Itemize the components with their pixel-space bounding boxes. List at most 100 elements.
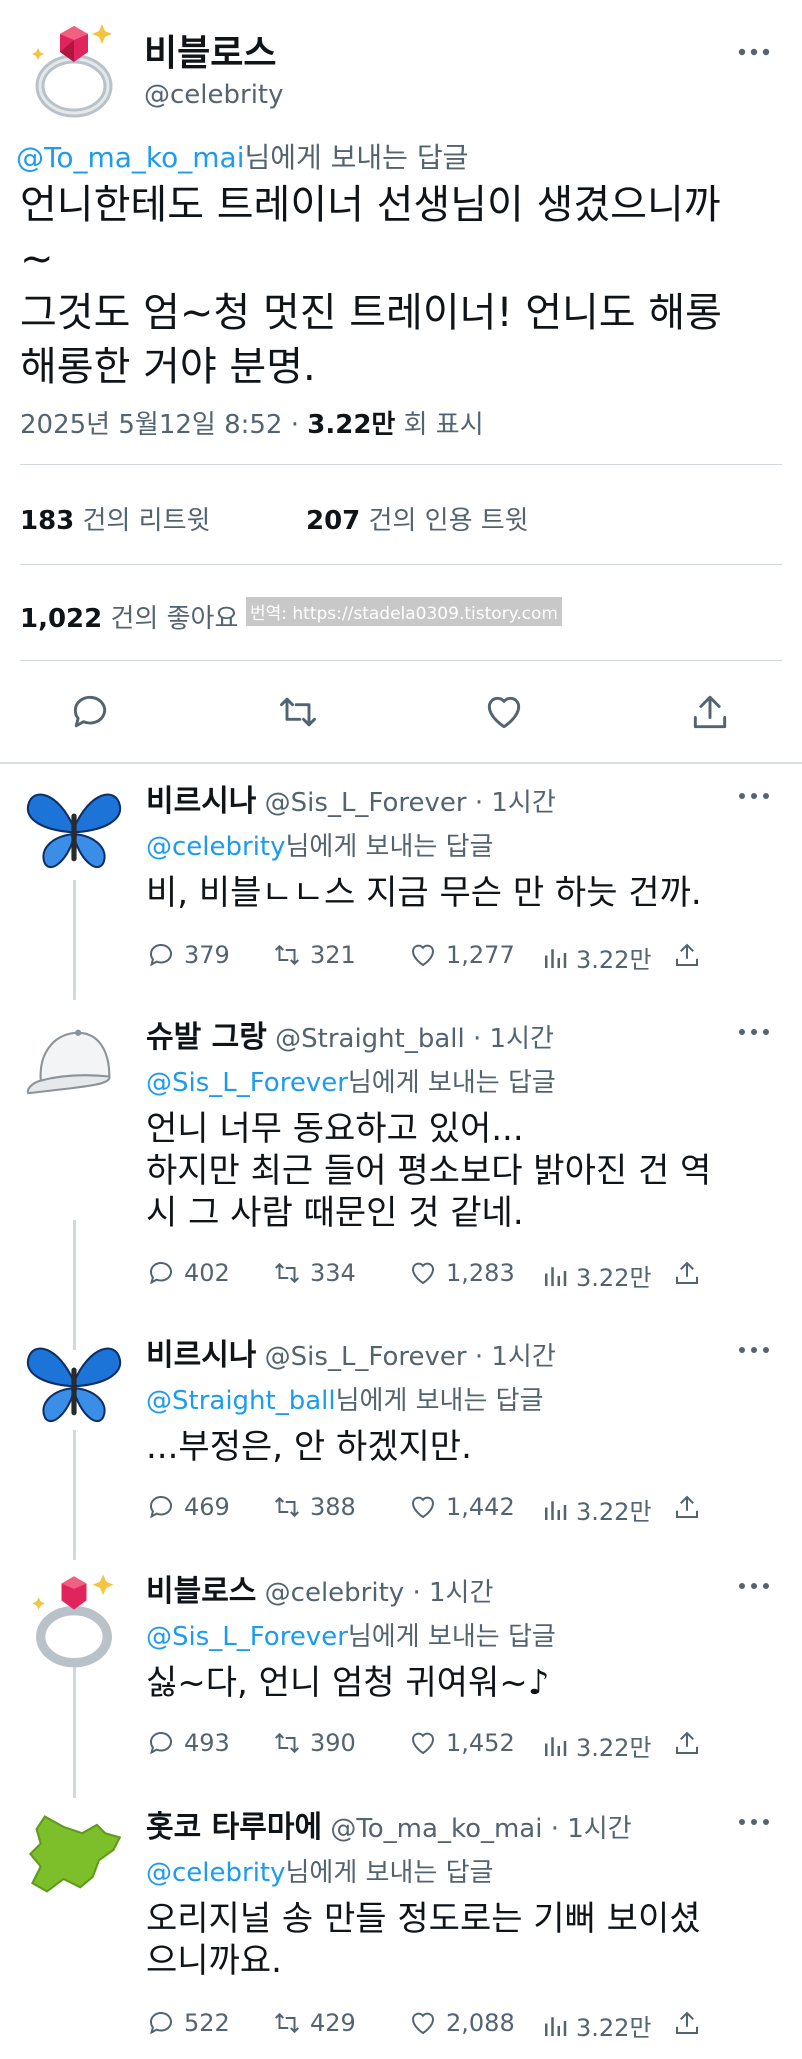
retweet-icon xyxy=(275,2012,299,2034)
cap-avatar[interactable] xyxy=(22,1012,126,1116)
retweet-icon xyxy=(275,944,299,966)
reply-handle[interactable]: @Sis_L_Forever xyxy=(265,788,467,818)
share-upload-icon[interactable] xyxy=(688,690,732,734)
reply-handle[interactable]: @To_ma_ko_mai xyxy=(330,1814,542,1844)
like-button[interactable]: 1,442 xyxy=(408,1492,515,1522)
reply-to-mention[interactable]: @To_ma_ko_mai xyxy=(16,141,244,174)
views-button[interactable]: 3.22만 xyxy=(542,1492,652,1527)
retweet-icon[interactable] xyxy=(276,690,320,734)
reply-count-button[interactable]: 493 xyxy=(146,1728,230,1758)
like-count: 1,277 xyxy=(446,941,515,969)
reply-count-button[interactable]: 469 xyxy=(146,1492,230,1522)
reply-handle[interactable]: @Straight_ball xyxy=(275,1024,465,1054)
share-button[interactable] xyxy=(672,2008,710,2038)
views-button[interactable]: 3.22만 xyxy=(542,2008,652,2043)
main-reply-context: @To_ma_ko_mai님에게 보내는 답글 xyxy=(16,136,468,176)
like-button[interactable]: 1,452 xyxy=(408,1728,515,1758)
main-display-name[interactable]: 비블로스 xyxy=(144,24,276,76)
quotes-stat[interactable]: 207 건의 인용 트윗 xyxy=(306,500,529,537)
retweet-button[interactable]: 429 xyxy=(272,2008,356,2038)
reply-to-mention[interactable]: @celebrity xyxy=(146,832,286,862)
reply-tweet[interactable]: 홋코 타루마에 @To_ma_ko_mai · 1시간 @celebrity님에… xyxy=(0,1802,802,2052)
replies-section-divider xyxy=(0,762,802,764)
reply-text: 비, 비블ㄴㄴ스 지금 무슨 만 하늣 건까. xyxy=(146,873,702,913)
retweets-stat[interactable]: 183 건의 리트윗 xyxy=(20,500,210,537)
views-count: 3.22만 xyxy=(576,946,652,974)
retweet-icon xyxy=(275,1496,299,1518)
reply-count-button[interactable]: 522 xyxy=(146,2008,230,2038)
like-count: 1,452 xyxy=(446,1729,515,1757)
reply-context: @Sis_L_Forever님에게 보내는 답글 xyxy=(146,1616,556,1653)
reply-context: @Straight_ball님에게 보내는 답글 xyxy=(146,1380,544,1417)
reply-display-name[interactable]: 비르시나 xyxy=(146,784,256,819)
share-button[interactable] xyxy=(672,1492,710,1522)
views-bar-chart-icon xyxy=(545,2016,567,2036)
reply-display-name[interactable]: 비르시나 xyxy=(146,1338,256,1373)
tweet-date[interactable]: 2025년 5월12일 8:52 xyxy=(20,410,282,440)
main-tweet-header: 비블로스 @celebrity xyxy=(0,0,802,120)
heart-icon[interactable] xyxy=(482,690,526,734)
reply-to-mention[interactable]: @Sis_L_Forever xyxy=(146,1068,348,1098)
views-count: 3.22만 xyxy=(307,410,396,440)
reply-time[interactable]: · 1시간 xyxy=(475,788,556,818)
retweet-button[interactable]: 388 xyxy=(272,1492,356,1522)
butterfly-avatar[interactable] xyxy=(22,1330,126,1434)
like-button[interactable]: 1,283 xyxy=(408,1258,515,1288)
views-label: 회 표시 xyxy=(403,410,484,440)
like-button[interactable]: 2,088 xyxy=(408,2008,515,2038)
reply-tweet[interactable]: 비르시나 @Sis_L_Forever · 1시간 @Straight_ball… xyxy=(0,1330,802,1550)
butterfly-avatar[interactable] xyxy=(22,776,126,880)
more-dots-icon[interactable] xyxy=(734,786,774,806)
share-button[interactable] xyxy=(672,1728,710,1758)
like-button[interactable]: 1,277 xyxy=(408,940,515,970)
reply-time[interactable]: · 1시간 xyxy=(412,1578,493,1608)
reply-bubble-icon[interactable] xyxy=(68,690,112,734)
reply-tweet[interactable]: 슈발 그랑 @Straight_ball · 1시간 @Sis_L_Foreve… xyxy=(0,1012,802,1312)
map-avatar[interactable] xyxy=(22,1802,126,1906)
retweet-button[interactable]: 390 xyxy=(272,1728,356,1758)
reply-handle[interactable]: @Sis_L_Forever xyxy=(265,1342,467,1372)
heart-icon xyxy=(411,1732,435,1755)
divider xyxy=(20,660,782,661)
reply-display-name[interactable]: 비블로스 xyxy=(146,1574,256,1609)
retweet-button[interactable]: 321 xyxy=(272,940,356,970)
share-upload-icon xyxy=(676,2011,698,2034)
more-dots-icon[interactable] xyxy=(734,1576,774,1596)
more-dots-icon[interactable] xyxy=(734,1812,774,1832)
reply-tweet[interactable]: 비블로스 @celebrity · 1시간 @Sis_L_Forever님에게 … xyxy=(0,1566,802,1786)
reply-display-name[interactable]: 홋코 타루마에 xyxy=(146,1810,322,1845)
share-button[interactable] xyxy=(672,1258,710,1288)
more-dots-icon[interactable] xyxy=(734,42,774,62)
views-button[interactable]: 3.22만 xyxy=(542,1728,652,1763)
main-handle[interactable]: @celebrity xyxy=(144,80,284,110)
likes-stat[interactable]: 1,022 건의 좋아요 xyxy=(20,598,238,635)
reply-bubble-icon xyxy=(150,1732,172,1755)
reply-count-button[interactable]: 402 xyxy=(146,1258,230,1288)
reply-time[interactable]: · 1시간 xyxy=(551,1814,632,1844)
reply-action-bar: 379 321 1,277 3.22만 xyxy=(146,940,706,980)
reply-display-name[interactable]: 슈발 그랑 xyxy=(146,1020,267,1055)
like-count: 1,442 xyxy=(446,1493,515,1521)
share-button[interactable] xyxy=(672,940,710,970)
reply-time[interactable]: · 1시간 xyxy=(473,1024,554,1054)
ring-avatar[interactable] xyxy=(24,18,124,118)
views-button[interactable]: 3.22만 xyxy=(542,1258,652,1293)
meta-separator: · xyxy=(290,410,300,440)
reply-to-mention[interactable]: @Sis_L_Forever xyxy=(146,1622,348,1652)
heart-icon xyxy=(411,2012,435,2035)
reply-handle[interactable]: @celebrity xyxy=(265,1578,405,1608)
retweets-label: 건의 리트윗 xyxy=(82,506,211,536)
reply-to-mention[interactable]: @celebrity xyxy=(146,1858,286,1888)
reply-time[interactable]: · 1시간 xyxy=(475,1342,556,1372)
more-dots-icon[interactable] xyxy=(734,1340,774,1360)
reply-count-button[interactable]: 379 xyxy=(146,940,230,970)
reply-to-mention[interactable]: @Straight_ball xyxy=(146,1386,336,1416)
reply-action-bar: 522 429 2,088 3.22만 xyxy=(146,2008,706,2048)
reply-tweet[interactable]: 비르시나 @Sis_L_Forever · 1시간 @celebrity님에게 … xyxy=(0,776,802,996)
views-button[interactable]: 3.22만 xyxy=(542,940,652,975)
more-dots-icon[interactable] xyxy=(734,1022,774,1042)
retweet-button[interactable]: 334 xyxy=(272,1258,356,1288)
reply-action-bar: 469 388 1,442 3.22만 xyxy=(146,1492,706,1532)
ring-avatar[interactable] xyxy=(22,1566,126,1670)
share-upload-icon xyxy=(676,1495,698,1518)
